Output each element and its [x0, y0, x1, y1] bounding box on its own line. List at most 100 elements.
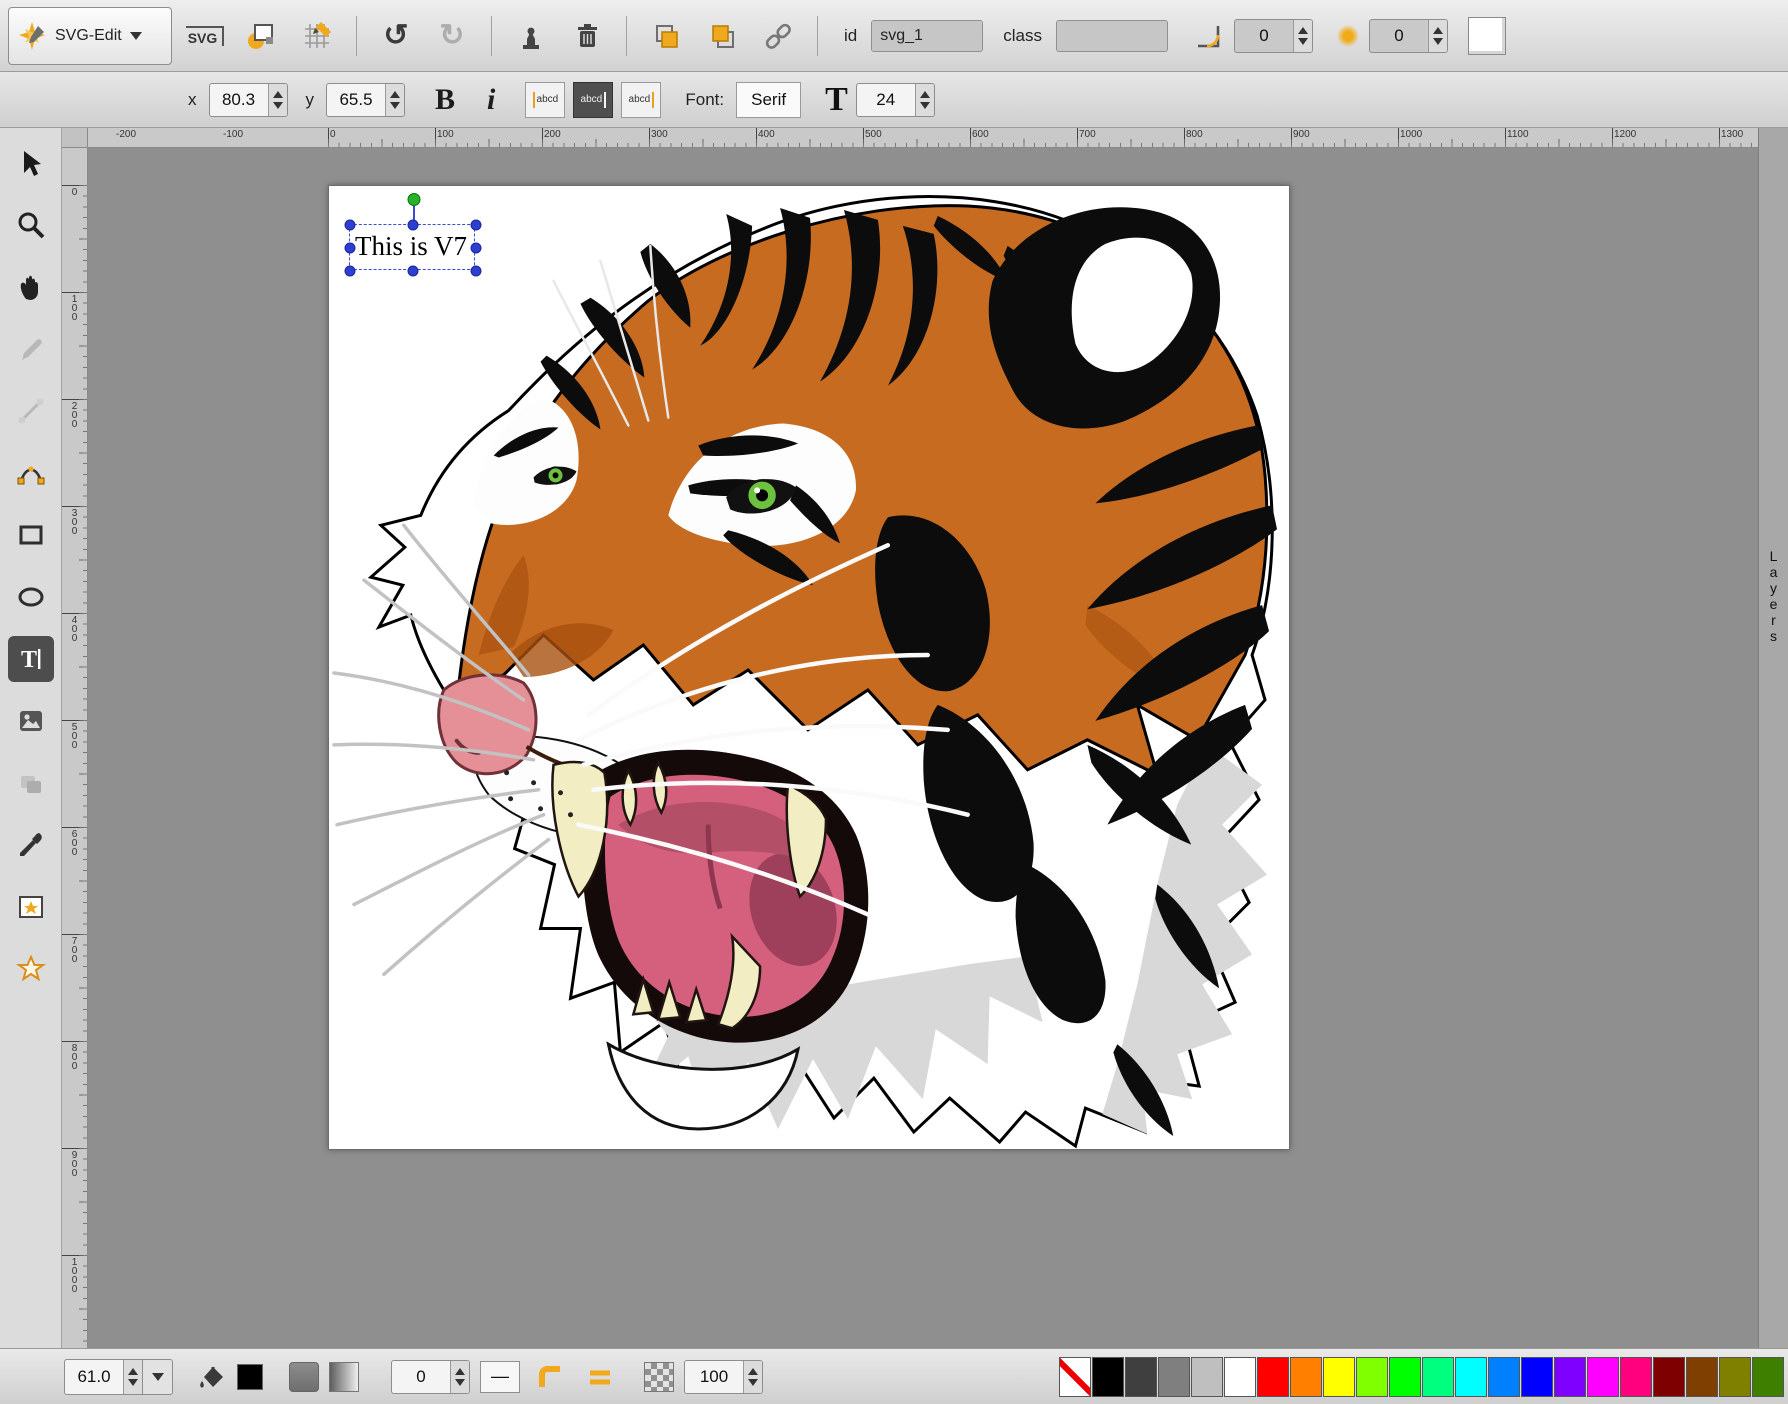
blur-spinner[interactable] [1428, 20, 1447, 52]
linejoin-button[interactable] [530, 1354, 570, 1400]
rect-tool-button[interactable] [8, 512, 54, 558]
text-tool-button[interactable]: T [8, 636, 54, 682]
move-to-top-button[interactable] [699, 13, 745, 59]
zoom-input[interactable] [65, 1360, 123, 1394]
palette-swatch[interactable] [1752, 1357, 1784, 1397]
pencil-tool-button[interactable] [8, 326, 54, 372]
element-id-input[interactable] [872, 21, 982, 51]
main-menu-button[interactable]: SVG-Edit [8, 7, 172, 65]
line-tool-button[interactable] [8, 388, 54, 434]
palette-swatch[interactable] [1092, 1357, 1124, 1397]
app-title: SVG-Edit [55, 27, 122, 45]
stroke-style-button[interactable]: — [480, 1361, 520, 1393]
zoom-tool-button[interactable] [8, 202, 54, 248]
zoom-spinner[interactable] [123, 1360, 142, 1394]
selection-handle-ne[interactable] [471, 220, 482, 231]
opacity-spinner[interactable] [743, 1361, 762, 1393]
fill-color-swatch[interactable] [237, 1364, 263, 1390]
x-coordinate-input[interactable] [210, 84, 268, 116]
palette-swatch[interactable] [1554, 1357, 1586, 1397]
font-size-input[interactable] [857, 84, 915, 116]
background-color-swatch[interactable] [1468, 17, 1506, 55]
font-size-spinner[interactable] [915, 84, 934, 116]
grid-snap-button[interactable] [294, 13, 340, 59]
palette-swatch[interactable] [1422, 1357, 1454, 1397]
image-tool-button[interactable] [8, 698, 54, 744]
pan-tool-button[interactable] [8, 264, 54, 310]
h-ruler-label: 900 [1293, 129, 1310, 140]
layers-panel-toggle[interactable]: Layers [1758, 128, 1788, 1348]
italic-button[interactable]: i [479, 83, 503, 117]
palette-swatch-none[interactable] [1059, 1357, 1091, 1397]
text-anchor-end-button[interactable]: abcd [621, 82, 661, 118]
angle-spinner[interactable] [1293, 20, 1312, 52]
redo-button[interactable]: ↻ [429, 13, 475, 59]
selection-handle-s[interactable] [408, 266, 419, 277]
palette-swatch[interactable] [1290, 1357, 1322, 1397]
palette-swatch[interactable] [1257, 1357, 1289, 1397]
linecap-button[interactable] [580, 1354, 620, 1400]
y-spinner[interactable] [385, 84, 404, 116]
selection-handle-se[interactable] [471, 266, 482, 277]
font-family-button[interactable]: Serif [736, 82, 801, 118]
blur-input[interactable] [1370, 20, 1428, 52]
palette-swatch[interactable] [1323, 1357, 1355, 1397]
font-size-icon: T [825, 81, 848, 119]
palette-swatch[interactable] [1224, 1357, 1256, 1397]
opacity-input[interactable] [685, 1361, 743, 1393]
palette-swatch[interactable] [1389, 1357, 1421, 1397]
move-bottom-icon [650, 20, 682, 52]
bottom-toolbar: — [0, 1348, 1788, 1404]
rotate-handle[interactable] [408, 193, 421, 206]
selection-box[interactable]: This is V7 [349, 224, 475, 270]
y-coordinate-input[interactable] [327, 84, 385, 116]
eyedropper-tool-button[interactable] [8, 822, 54, 868]
palette-swatch[interactable] [1653, 1357, 1685, 1397]
palette-swatch[interactable] [1356, 1357, 1388, 1397]
link-button[interactable] [755, 13, 801, 59]
select-tool-button[interactable] [8, 140, 54, 186]
palette-swatch[interactable] [1488, 1357, 1520, 1397]
text-anchor-start-button[interactable]: abcd [525, 82, 565, 118]
selection-handle-n[interactable] [408, 220, 419, 231]
selection-handle-e[interactable] [471, 243, 482, 254]
ellipse-tool-button[interactable] [8, 574, 54, 620]
svg-canvas[interactable]: This is V7 [328, 185, 1290, 1150]
shapes-tool-button[interactable] [8, 760, 54, 806]
path-tool-button[interactable] [8, 450, 54, 496]
wireframe-toggle-button[interactable] [238, 13, 284, 59]
eyedropper-icon [16, 830, 46, 860]
clone-button[interactable] [508, 13, 554, 59]
palette-swatch[interactable] [1191, 1357, 1223, 1397]
move-to-bottom-button[interactable] [643, 13, 689, 59]
palette-swatch[interactable] [1719, 1357, 1751, 1397]
palette-swatch[interactable] [1521, 1357, 1553, 1397]
h-ruler-label: 200 [544, 129, 561, 140]
selection-handle-nw[interactable] [345, 220, 356, 231]
stroke-color-swatch[interactable] [289, 1362, 319, 1392]
zoom-dropdown-button[interactable] [143, 1359, 173, 1395]
shape-library-button[interactable] [8, 884, 54, 930]
palette-swatch[interactable] [1455, 1357, 1487, 1397]
x-spinner[interactable] [268, 84, 287, 116]
stroke-width-spinner[interactable] [450, 1361, 469, 1393]
palette-swatch[interactable] [1158, 1357, 1190, 1397]
angle-input[interactable] [1235, 20, 1293, 52]
palette-swatch[interactable] [1620, 1357, 1652, 1397]
palette-swatch[interactable] [1587, 1357, 1619, 1397]
gradient-swatch[interactable] [329, 1362, 359, 1392]
source-editor-button[interactable]: SVG [182, 13, 228, 59]
selection-handle-w[interactable] [345, 243, 356, 254]
selection-handle-sw[interactable] [345, 266, 356, 277]
stroke-width-input[interactable] [392, 1361, 450, 1393]
palette-swatch[interactable] [1125, 1357, 1157, 1397]
canvas-text-element[interactable]: This is V7 [355, 231, 467, 262]
text-anchor-middle-button[interactable]: abcd [573, 82, 613, 118]
delete-button[interactable] [564, 13, 610, 59]
element-class-input[interactable] [1057, 21, 1167, 51]
star-tool-button[interactable] [8, 946, 54, 992]
bold-button[interactable]: B [427, 83, 463, 117]
palette-swatch[interactable] [1686, 1357, 1718, 1397]
tiger-artwork[interactable] [329, 186, 1289, 1149]
undo-button[interactable]: ↺ [373, 13, 419, 59]
